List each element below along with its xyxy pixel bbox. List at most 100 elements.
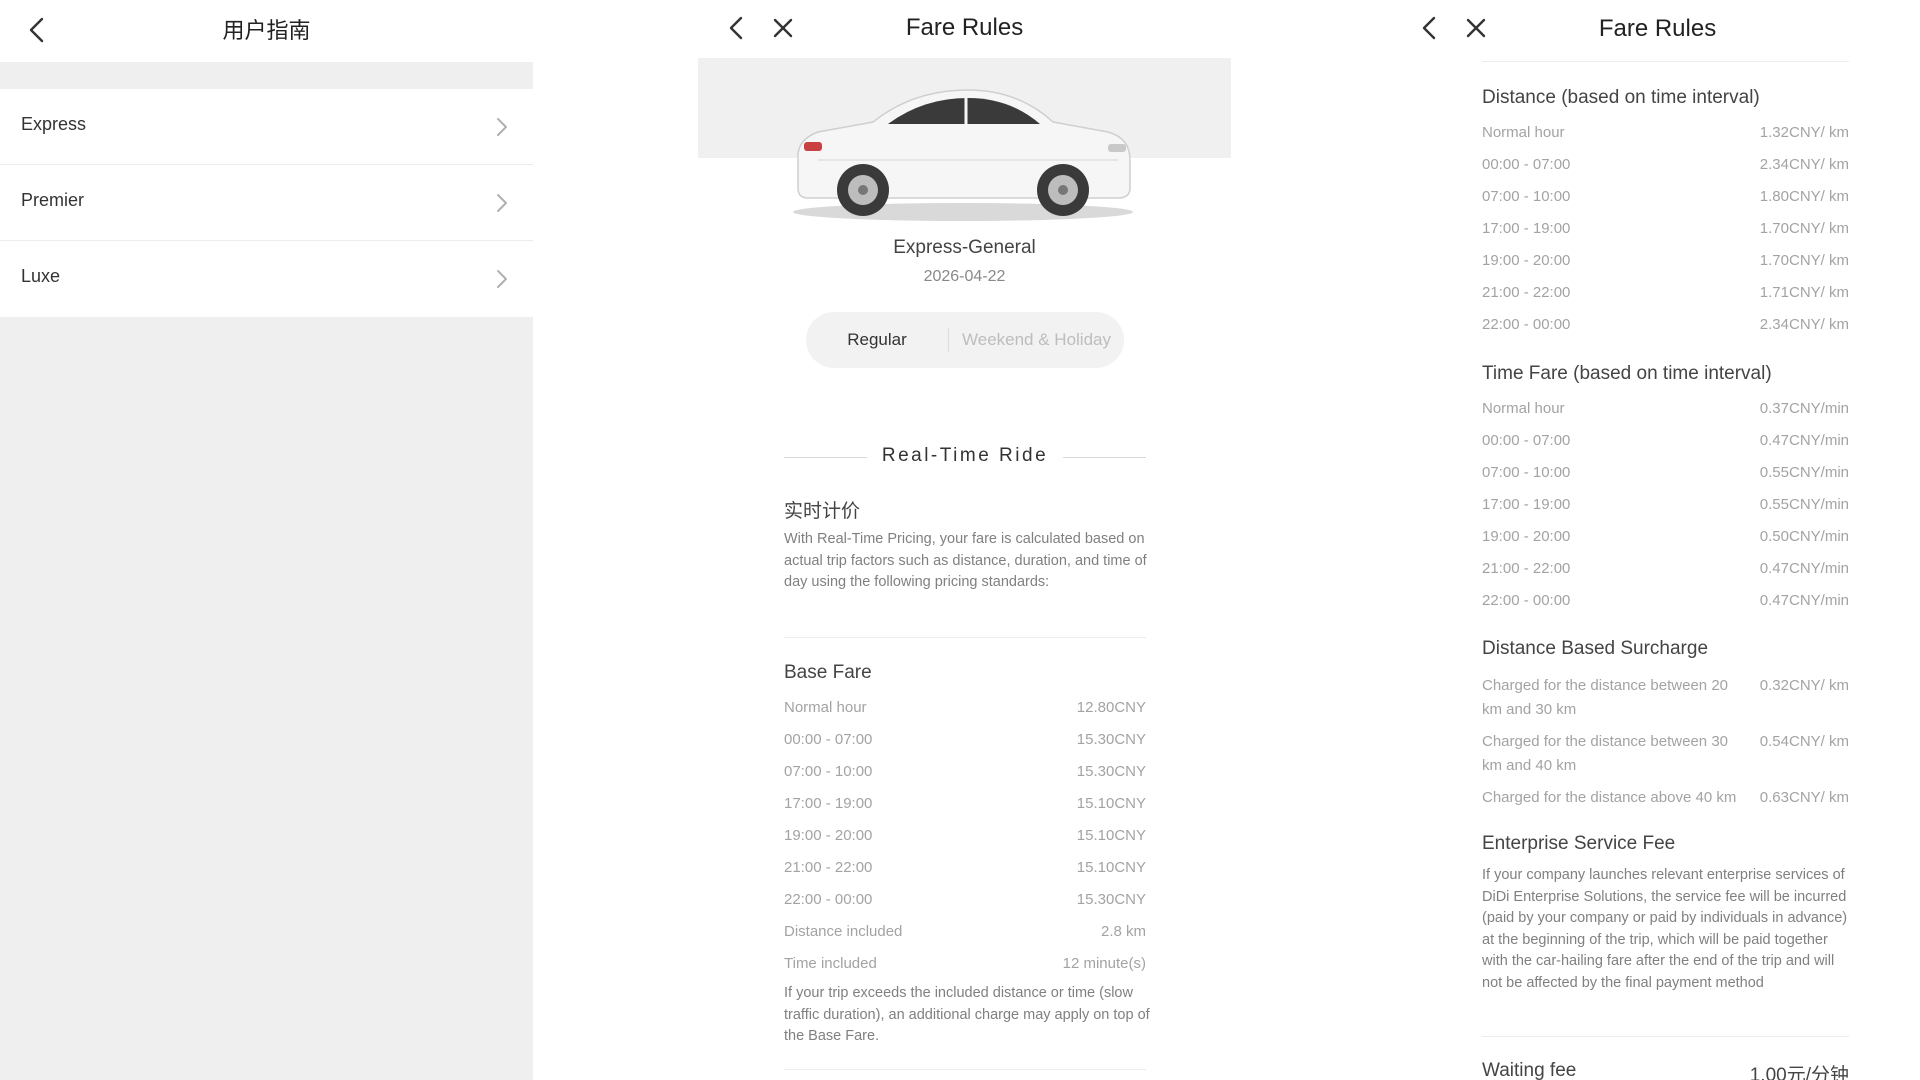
row-value: 1.80CNY/ km xyxy=(1759,188,1849,205)
chevron-right-icon xyxy=(497,270,507,288)
base-fare-table: Normal hour 12.80CNY 00:00 - 07:00 15.30CN… xyxy=(784,699,1146,987)
user-guide-header: 用户指南 xyxy=(0,0,533,62)
base-fare-note: If your trip exceeds the included distan… xyxy=(784,985,1150,1044)
row-label: 17:00 - 19:00 xyxy=(1482,220,1571,237)
table-row: 22:00 - 00:00 0.47CNY/min xyxy=(1482,592,1849,624)
divider xyxy=(1482,1036,1849,1037)
row-label: 22:00 - 00:00 xyxy=(1482,592,1571,609)
table-row: 00:00 - 07:00 2.34CNY/ km xyxy=(1482,156,1849,188)
row-label: 00:00 - 07:00 xyxy=(1482,432,1571,449)
surcharge-title: Distance Based Surcharge xyxy=(1482,638,1709,659)
row-value: 0.47CNY/min xyxy=(1759,432,1849,449)
list-item-label: Express xyxy=(21,114,87,134)
row-label: Charged for the distance above 40 km xyxy=(1482,789,1737,806)
row-label: 21:00 - 22:00 xyxy=(1482,284,1571,301)
row-label: Normal hour xyxy=(1482,124,1565,141)
row-label: 19:00 - 20:00 xyxy=(784,827,873,844)
list-item-luxe[interactable]: Luxe xyxy=(0,241,533,317)
row-value: 15.10CNY xyxy=(1076,795,1146,812)
row-value: 1.70CNY/ km xyxy=(1759,252,1849,269)
row-value: 1.70CNY/ km xyxy=(1759,220,1849,237)
waiting-fee-label: Waiting fee xyxy=(1482,1060,1577,1080)
row-value: 12 minute(s) xyxy=(1062,955,1146,972)
row-value: 2.8 km xyxy=(1100,923,1146,940)
table-row: Distance included 2.8 km xyxy=(784,923,1146,955)
row-value: 15.30CNY xyxy=(1076,891,1146,908)
section-heading-text: Real-Time Ride xyxy=(881,445,1049,466)
chevron-right-icon xyxy=(497,118,507,136)
fare-type-toggle: Regular Weekend & Holiday xyxy=(806,312,1124,368)
row-label: 21:00 - 22:00 xyxy=(784,859,873,876)
row-label: Charged for the distance between 20 km a… xyxy=(1482,677,1728,718)
table-row: 17:00 - 19:00 1.70CNY/ km xyxy=(1482,220,1849,252)
table-row: 00:00 - 07:00 15.30CNY xyxy=(784,731,1146,763)
row-value: 15.30CNY xyxy=(1076,731,1146,748)
base-fare-title: Base Fare xyxy=(784,662,872,683)
row-label: 19:00 - 20:00 xyxy=(1482,528,1571,545)
row-value: 0.32CNY/ km xyxy=(1759,677,1849,694)
table-row: 19:00 - 20:00 0.50CNY/min xyxy=(1482,528,1849,560)
time-fare-title: Time Fare (based on time interval) xyxy=(1482,363,1772,384)
page-title: 用户指南 xyxy=(222,18,311,43)
table-row: Normal hour 0.37CNY/min xyxy=(1482,400,1849,432)
table-row: 22:00 - 00:00 15.30CNY xyxy=(784,891,1146,923)
row-label: Distance included xyxy=(784,923,903,940)
table-row: 07:00 - 10:00 1.80CNY/ km xyxy=(1482,188,1849,220)
effective-date: 2026-04-22 xyxy=(923,268,1006,285)
table-row: 19:00 - 20:00 1.70CNY/ km xyxy=(1482,252,1849,284)
row-label: Normal hour xyxy=(784,699,867,716)
fare-rules-panel-detail: Fare Rules Distance (based on time inter… xyxy=(1395,0,1920,1080)
row-label: 17:00 - 19:00 xyxy=(784,795,873,812)
row-value: 2.34CNY/ km xyxy=(1759,156,1849,173)
divider xyxy=(784,1069,1146,1070)
divider xyxy=(784,637,1146,638)
tab-regular[interactable]: Regular xyxy=(806,312,948,368)
row-value: 1.32CNY/ km xyxy=(1759,124,1849,141)
list-item-premier[interactable]: Premier xyxy=(0,165,533,241)
row-value: 0.63CNY/ km xyxy=(1759,789,1849,806)
table-row: 17:00 - 19:00 0.55CNY/min xyxy=(1482,496,1849,528)
enterprise-fee-title: Enterprise Service Fee xyxy=(1482,833,1676,854)
row-label: 07:00 - 10:00 xyxy=(1482,188,1571,205)
row-label: 00:00 - 07:00 xyxy=(784,731,873,748)
user-guide-panel: 用户指南 Express Premier Luxe xyxy=(0,0,533,1080)
row-value: 0.50CNY/min xyxy=(1759,528,1849,545)
row-value: 12.80CNY xyxy=(1076,699,1146,716)
section-heading: Real-Time Ride xyxy=(784,445,1146,469)
table-row: Normal hour 12.80CNY xyxy=(784,699,1146,731)
tab-weekend-holiday[interactable]: Weekend & Holiday xyxy=(949,312,1124,368)
row-value: 15.10CNY xyxy=(1076,859,1146,876)
row-label: 22:00 - 00:00 xyxy=(1482,316,1571,333)
row-label: 21:00 - 22:00 xyxy=(1482,560,1571,577)
realtime-description: With Real-Time Pricing, your fare is cal… xyxy=(784,531,1147,590)
row-label: 22:00 - 00:00 xyxy=(784,891,873,908)
list-item-label: Luxe xyxy=(21,266,61,286)
list-item-express[interactable]: Express xyxy=(0,89,533,165)
row-value: 0.47CNY/min xyxy=(1759,592,1849,609)
row-value: 0.55CNY/min xyxy=(1759,464,1849,481)
table-row: 21:00 - 22:00 1.71CNY/ km xyxy=(1482,284,1849,316)
chevron-right-icon xyxy=(497,194,507,212)
time-fare-table: Normal hour 0.37CNY/min 00:00 - 07:00 0.47… xyxy=(1482,400,1849,624)
list-item-label: Premier xyxy=(21,190,85,210)
fare-rules-panel-main: Fare Rules Express-General 2026-04-22 Re… xyxy=(698,0,1231,1080)
distance-table: Normal hour 1.32CNY/ km 00:00 - 07:00 2.34… xyxy=(1482,124,1849,348)
surcharge-table: Charged for the distance between 20 km a… xyxy=(1482,674,1849,810)
table-row: 22:00 - 00:00 2.34CNY/ km xyxy=(1482,316,1849,348)
row-value: 0.54CNY/ km xyxy=(1759,733,1849,750)
row-label: 00:00 - 07:00 xyxy=(1482,156,1571,173)
row-value: 2.34CNY/ km xyxy=(1759,316,1849,333)
table-row: Charged for the distance above 40 km 0.63… xyxy=(1482,786,1849,810)
row-value: 0.55CNY/min xyxy=(1759,496,1849,513)
row-label: Time included xyxy=(784,955,877,972)
row-label: 17:00 - 19:00 xyxy=(1482,496,1571,513)
table-row: Normal hour 1.32CNY/ km xyxy=(1482,124,1849,156)
enterprise-fee-description: If your company launches relevant enterp… xyxy=(1482,867,1848,991)
car-type-name: Express-General xyxy=(893,237,1036,258)
table-row: 17:00 - 19:00 15.10CNY xyxy=(784,795,1146,827)
table-row: 00:00 - 07:00 0.47CNY/min xyxy=(1482,432,1849,464)
table-row: 21:00 - 22:00 0.47CNY/min xyxy=(1482,560,1849,592)
row-label: Normal hour xyxy=(1482,400,1565,417)
table-row: Charged for the distance between 30 km a… xyxy=(1482,730,1849,778)
service-list: Express Premier Luxe xyxy=(0,89,533,317)
